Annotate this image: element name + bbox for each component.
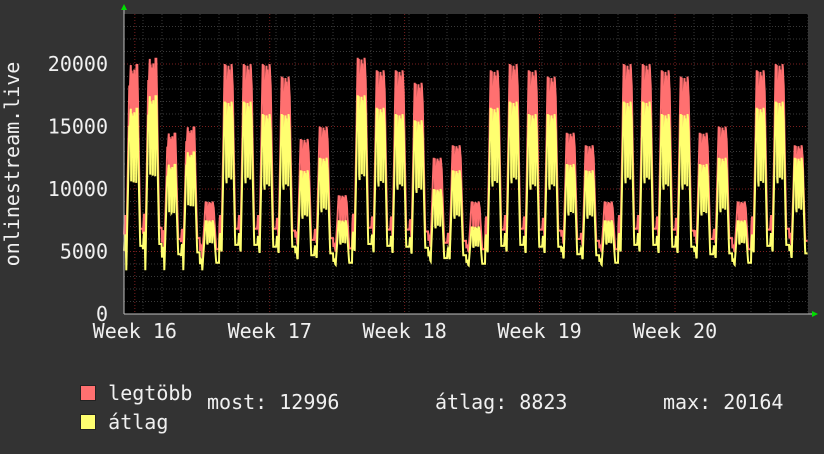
graph-frame: 0 5000 10000 15000 20000 Week 16 Week 17 Week 1… [0,0,824,432]
x-tick-label: Week 19 [497,319,581,343]
x-tick-label: Week 20 [633,319,717,343]
y-tick-label: 5000 [60,240,108,264]
stat-average: átlag: 8823 [435,390,568,414]
y-tick-label: 10000 [48,177,108,201]
avg-swatch [80,414,97,430]
legend-avg: átlag [32,392,168,452]
y-axis-arrow [121,4,127,10]
legend-avg-label: átlag [108,410,169,434]
x-tick-label: Week 18 [362,319,446,343]
y-tick-label: 15000 [48,115,108,139]
stat-current: most: 12996 [207,390,340,414]
x-tick-label: Week 17 [228,319,312,343]
y-tick-label: 20000 [48,52,108,76]
x-axis-arrow [812,311,818,317]
y-axis-label: onlinestream.live [0,62,24,267]
stat-maximum: max: 20164 [663,390,784,414]
x-tick-label: Week 16 [93,319,177,343]
